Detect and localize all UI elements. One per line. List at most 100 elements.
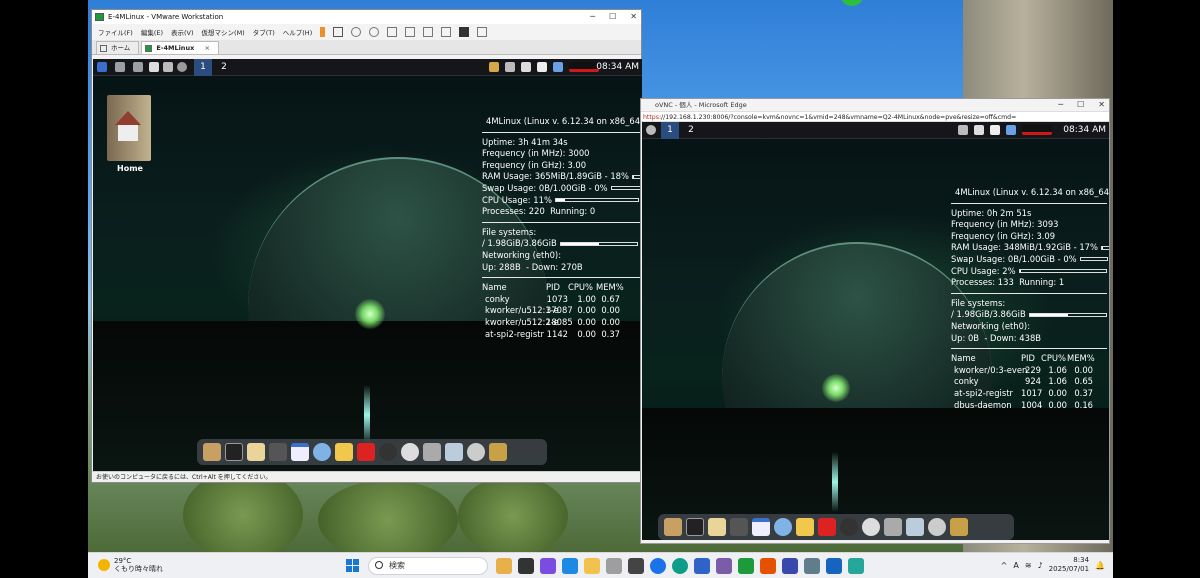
- app-icon[interactable]: [848, 558, 864, 574]
- minimize-icon[interactable]: ─: [1058, 99, 1063, 111]
- dock-browser-icon[interactable]: [774, 518, 792, 536]
- paperclip-icon[interactable]: [958, 125, 968, 135]
- paperclip-icon[interactable]: [505, 62, 515, 72]
- tab-home[interactable]: ホーム: [96, 41, 140, 54]
- dock-printer-icon[interactable]: [906, 518, 924, 536]
- menu-edit[interactable]: 編集(E): [141, 27, 163, 37]
- monitor-icon[interactable]: [1006, 125, 1016, 135]
- app-icon[interactable]: [760, 558, 776, 574]
- dock-youtube-icon[interactable]: [818, 518, 836, 536]
- workspace-2[interactable]: 2: [682, 122, 700, 139]
- tab-close-icon[interactable]: ×: [205, 44, 210, 52]
- dock-camera-icon[interactable]: [884, 518, 902, 536]
- menu-view[interactable]: 表示(V): [171, 27, 194, 37]
- pen-icon[interactable]: [537, 62, 547, 72]
- maximize-icon[interactable]: ☐: [609, 10, 616, 24]
- taskbar-search[interactable]: 検索: [368, 557, 488, 575]
- edge-window[interactable]: oVNC - 個人 - Microsoft Edge ─ ☐ ✕ https:/…: [640, 98, 1110, 544]
- notification-bell-icon[interactable]: 🔔: [1095, 561, 1105, 570]
- app-icon[interactable]: [694, 558, 710, 574]
- workspace-1[interactable]: 1: [661, 122, 679, 139]
- app-icon[interactable]: [606, 558, 622, 574]
- console-view-icon[interactable]: [459, 27, 470, 37]
- terminal-icon[interactable]: [133, 62, 143, 72]
- menu-tabs[interactable]: タブ(T): [253, 27, 275, 37]
- workspace-2[interactable]: 2: [215, 59, 233, 76]
- avatar[interactable]: [646, 125, 656, 135]
- wifi-icon[interactable]: ≋: [1025, 561, 1032, 570]
- dock-terminal-icon[interactable]: [686, 518, 704, 536]
- dock-home-icon[interactable]: [203, 443, 221, 461]
- dock-mail-icon[interactable]: [796, 518, 814, 536]
- chrome-icon[interactable]: [650, 558, 666, 574]
- dock-headphones-icon[interactable]: [379, 443, 397, 461]
- menu-help[interactable]: ヘルプ(H): [283, 27, 312, 37]
- tray-chevron-icon[interactable]: ^: [1001, 561, 1008, 570]
- dock-printer-icon[interactable]: [445, 443, 463, 461]
- file-explorer-icon[interactable]: [584, 558, 600, 574]
- app-icon[interactable]: [716, 558, 732, 574]
- dock-calculator-icon[interactable]: [730, 518, 748, 536]
- dock-camera-icon[interactable]: [423, 443, 441, 461]
- pause-icon[interactable]: [320, 27, 326, 37]
- store-icon[interactable]: [562, 558, 578, 574]
- app-icon[interactable]: [628, 558, 644, 574]
- snapshot-manager-icon[interactable]: [387, 27, 398, 37]
- dock-terminal-icon[interactable]: [225, 443, 243, 461]
- dock-youtube-icon[interactable]: [357, 443, 375, 461]
- desktop-home-shortcut[interactable]: Home: [107, 95, 153, 173]
- drive-icon[interactable]: [115, 62, 125, 72]
- minimize-icon[interactable]: ─: [590, 10, 595, 24]
- dock-calculator-icon[interactable]: [269, 443, 287, 461]
- fullscreen-icon[interactable]: [423, 27, 434, 37]
- dock-tools-icon[interactable]: [950, 518, 968, 536]
- dock-mail-icon[interactable]: [335, 443, 353, 461]
- eject-icon[interactable]: [149, 62, 159, 72]
- avatar[interactable]: [177, 62, 187, 72]
- dock-editor-icon[interactable]: [708, 518, 726, 536]
- dock-headphones-icon[interactable]: [840, 518, 858, 536]
- settings-icon[interactable]: [521, 62, 531, 72]
- vmware-window[interactable]: E-4MLinux - VMware Workstation ─ ☐ ✕ ファイ…: [91, 9, 642, 483]
- edge-titlebar[interactable]: oVNC - 個人 - Microsoft Edge ─ ☐ ✕: [641, 99, 1109, 111]
- menu-vm[interactable]: 仮想マシン(M): [202, 27, 245, 37]
- dock-editor-icon[interactable]: [247, 443, 265, 461]
- dock-film-reel-icon[interactable]: [862, 518, 880, 536]
- copilot-icon[interactable]: [540, 558, 556, 574]
- monitor-icon[interactable]: [553, 62, 563, 72]
- maximize-icon[interactable]: ☐: [1077, 99, 1084, 111]
- start-button[interactable]: [346, 559, 359, 572]
- dock-film-reel-icon[interactable]: [401, 443, 419, 461]
- ime-indicator[interactable]: A: [1013, 561, 1018, 570]
- unity-icon[interactable]: [441, 27, 452, 37]
- volume-icon[interactable]: ♪: [1038, 561, 1043, 570]
- user-icon[interactable]: [489, 62, 499, 72]
- send-ctrl-alt-del-icon[interactable]: [333, 27, 344, 37]
- close-icon[interactable]: ✕: [630, 10, 637, 24]
- edge-address-bar[interactable]: https://192.168.1.230:8006/?console=kvm&…: [641, 111, 1109, 122]
- guest-screen-vmware[interactable]: 1 2 08:34 AM Home 4MLinux (Linux v. 6.12…: [93, 59, 642, 472]
- dock-calendar-icon[interactable]: [752, 518, 770, 536]
- vmware-taskbar-icon[interactable]: [738, 558, 754, 574]
- library-icon[interactable]: [405, 27, 416, 37]
- pen-icon[interactable]: [990, 125, 1000, 135]
- app-icon[interactable]: [826, 558, 842, 574]
- tab-e-4mlinux[interactable]: E-4MLinux ×: [141, 41, 219, 54]
- dock-home-icon[interactable]: [664, 518, 682, 536]
- start-menu-icon[interactable]: [97, 62, 107, 72]
- workspace-1[interactable]: 1: [194, 59, 212, 76]
- snapshot-icon[interactable]: [351, 27, 362, 37]
- app-icon[interactable]: [782, 558, 798, 574]
- taskbar-widget-icon[interactable]: [496, 558, 512, 574]
- edge-icon[interactable]: [672, 558, 688, 574]
- dock-browser-icon[interactable]: [313, 443, 331, 461]
- close-icon[interactable]: ✕: [1098, 99, 1105, 111]
- menu-file[interactable]: ファイル(F): [98, 27, 133, 37]
- settings-icon[interactable]: [974, 125, 984, 135]
- taskbar-clock[interactable]: 8:34 2025/07/01: [1049, 556, 1089, 574]
- dock-settings-icon[interactable]: [928, 518, 946, 536]
- dock-calendar-icon[interactable]: [291, 443, 309, 461]
- guest-screen-novnc[interactable]: 1 2 08:34 AM 4MLinux (Linux v. 6.12.34 o…: [642, 122, 1109, 540]
- network-icon[interactable]: [163, 62, 173, 72]
- dock-tools-icon[interactable]: [489, 443, 507, 461]
